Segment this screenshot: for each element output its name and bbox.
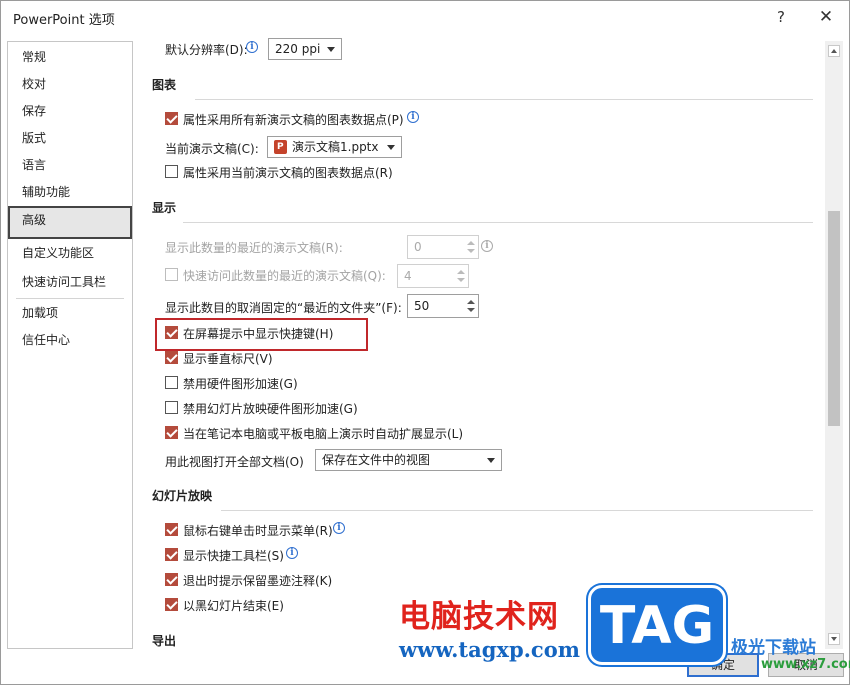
spin-down-icon [467, 308, 475, 312]
title-bar: PowerPoint 选项 ? ✕ [1, 1, 849, 33]
chart-current-doc-checkbox[interactable] [165, 165, 178, 178]
options-dialog: PowerPoint 选项 ? ✕ 常规 校对 保存 版式 语言 辅助功能 高级… [0, 0, 850, 685]
disable-slideshow-hw-label: 禁用幻灯片放映硬件图形加速(G) [183, 402, 358, 416]
spin-up-icon [467, 300, 475, 304]
chart-current-doc-label: 属性采用当前演示文稿的图表数据点(R) [183, 166, 393, 180]
unpinned-folders-stepper[interactable]: 50 [407, 294, 479, 318]
display-section-title: 显示 [152, 201, 177, 215]
quick-access-checkbox[interactable] [165, 268, 178, 281]
current-doc-dropdown[interactable]: 演示文稿1.pptx [267, 136, 402, 158]
auto-extend-display-checkbox[interactable] [165, 426, 178, 439]
sidebar-item-layout[interactable]: 版式 [8, 125, 132, 153]
right-click-menu-label: 鼠标右键单击时显示菜单(R) [183, 524, 333, 538]
current-doc-value: 演示文稿1.pptx [292, 140, 379, 154]
quick-access-value: 4 [404, 269, 412, 283]
right-click-menu-info-icon[interactable]: i [333, 522, 345, 534]
vertical-ruler-label: 显示垂直标尺(V) [183, 352, 273, 366]
unpinned-folders-label: 显示此数目的取消固定的“最近的文件夹”(F): [165, 301, 402, 315]
shortcut-keys-checkbox[interactable] [165, 326, 178, 339]
sidebar-item-addins[interactable]: 加载项 [8, 300, 132, 328]
chart-all-docs-info-icon[interactable]: i [407, 111, 419, 123]
sidebar-nav: 常规 校对 保存 版式 语言 辅助功能 高级 自定义功能区 快速访问工具栏 加载… [7, 41, 133, 649]
advanced-options-panel: 默认分辨率(D): i 220 ppi 图表 属性采用所有新演示文稿的图表数据点… [135, 33, 825, 651]
auto-extend-display-label: 当在笔记本电脑或平板电脑上演示时自动扩展显示(L) [183, 427, 464, 441]
disable-hw-accel-label: 禁用硬件图形加速(G) [183, 377, 298, 391]
sidebar-item-general[interactable]: 常规 [8, 44, 132, 72]
resolution-value: 220 ppi [275, 42, 321, 56]
recent-count-value: 0 [414, 240, 422, 254]
disable-slideshow-hw-checkbox[interactable] [165, 401, 178, 414]
right-click-menu-checkbox[interactable] [165, 523, 178, 536]
keep-ink-checkbox[interactable] [165, 573, 178, 586]
arrow-down-icon [831, 637, 837, 641]
open-view-label: 用此视图打开全部文档(O) [165, 455, 304, 469]
sidebar-item-quick-access-toolbar[interactable]: 快速访问工具栏 [8, 269, 132, 297]
sidebar-item-save[interactable]: 保存 [8, 98, 132, 126]
export-section-title: 导出 [152, 634, 177, 648]
sidebar-item-advanced[interactable]: 高级 [8, 206, 132, 239]
spin-down-icon [457, 278, 465, 282]
disable-hw-accel-checkbox[interactable] [165, 376, 178, 389]
keep-ink-label: 退出时提示保留墨迹注释(K) [183, 574, 333, 588]
watermark-tag-logo: TAG [588, 585, 726, 665]
open-view-dropdown[interactable]: 保存在文件中的视图 [315, 449, 502, 471]
unpinned-folders-value: 50 [414, 299, 430, 313]
close-button[interactable]: ✕ [813, 5, 839, 29]
chart-all-docs-checkbox[interactable] [165, 112, 178, 125]
sidebar-item-language[interactable]: 语言 [8, 152, 132, 180]
watermark-url: www.tagxp.com [399, 637, 580, 662]
recent-count-stepper[interactable]: 0 [407, 235, 479, 259]
scrollbar-thumb[interactable] [828, 211, 840, 426]
slideshow-section-title: 幻灯片放映 [152, 489, 213, 503]
end-black-slide-label: 以黑幻灯片结束(E) [183, 599, 284, 613]
watermark-site-url: www.xz7.com [761, 657, 850, 672]
slideshow-section-divider [221, 510, 813, 511]
powerpoint-file-icon [274, 140, 287, 154]
sidebar-item-accessibility[interactable]: 辅助功能 [8, 179, 132, 207]
watermark-site-name: 极光下载站 [731, 638, 816, 658]
current-doc-label: 当前演示文稿(C): [165, 142, 259, 156]
popup-toolbar-label: 显示快捷工具栏(S) [183, 549, 284, 563]
watermark-brand-text: 电脑技术网 [399, 599, 559, 635]
chevron-down-icon [487, 458, 495, 463]
scroll-down-button[interactable] [828, 633, 840, 645]
chart-all-docs-label: 属性采用所有新演示文稿的图表数据点(P) [183, 113, 404, 127]
resolution-label: 默认分辨率(D): [165, 43, 248, 57]
vertical-scrollbar[interactable] [825, 41, 843, 649]
spin-up-icon [457, 270, 465, 274]
sidebar-item-proofing[interactable]: 校对 [8, 71, 132, 99]
spin-down-icon [467, 249, 475, 253]
popup-toolbar-info-icon[interactable]: i [286, 547, 298, 559]
open-view-value: 保存在文件中的视图 [322, 453, 431, 467]
quick-access-stepper[interactable]: 4 [397, 264, 469, 288]
recent-count-info-icon[interactable]: i [481, 240, 493, 252]
chart-section-title: 图表 [152, 78, 177, 92]
chevron-down-icon [327, 47, 335, 52]
end-black-slide-checkbox[interactable] [165, 598, 178, 611]
resolution-dropdown[interactable]: 220 ppi [268, 38, 342, 60]
display-section-divider [183, 222, 813, 223]
arrow-up-icon [831, 49, 837, 53]
chart-section-divider [195, 99, 813, 100]
vertical-ruler-checkbox[interactable] [165, 351, 178, 364]
chevron-down-icon [387, 145, 395, 150]
recent-count-label: 显示此数量的最近的演示文稿(R): [165, 241, 343, 255]
spin-up-icon [467, 241, 475, 245]
quick-access-label: 快速访问此数量的最近的演示文稿(Q): [183, 269, 386, 283]
sidebar-item-trust-center[interactable]: 信任中心 [8, 327, 132, 355]
popup-toolbar-checkbox[interactable] [165, 548, 178, 561]
window-title: PowerPoint 选项 [13, 13, 115, 28]
sidebar-item-customize-ribbon[interactable]: 自定义功能区 [8, 240, 132, 268]
shortcut-keys-label: 在屏幕提示中显示快捷键(H) [183, 327, 334, 341]
sidebar-divider [16, 298, 124, 299]
scroll-up-button[interactable] [828, 45, 840, 57]
help-button[interactable]: ? [768, 5, 794, 29]
resolution-info-icon[interactable]: i [246, 41, 258, 53]
